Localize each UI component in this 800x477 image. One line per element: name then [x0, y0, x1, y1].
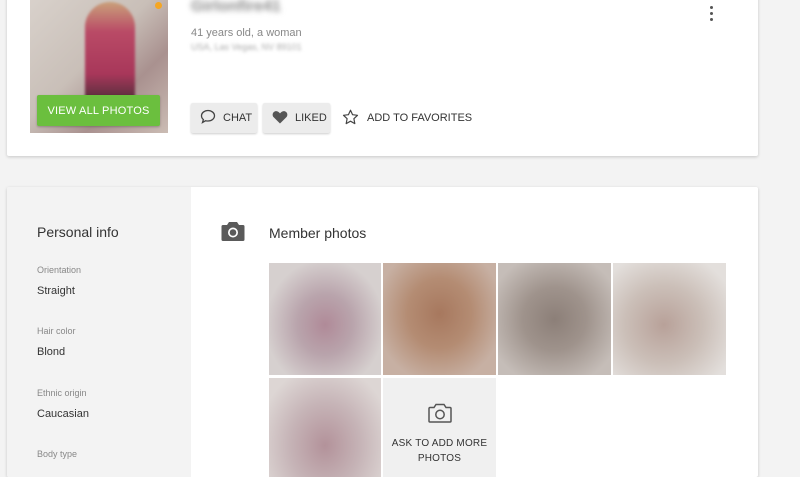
more-options-button[interactable]: [703, 3, 719, 23]
more-dot-icon: [709, 5, 713, 9]
profile-details-card: Personal info Orientation Straight Hair …: [7, 187, 758, 477]
profile-age-gender: 41 years old, a woman: [191, 27, 302, 39]
profile-location: USA, Las Vegas, NV 89101: [191, 42, 302, 52]
add-to-favorites-label: ADD TO FAVORITES: [367, 112, 473, 124]
camera-icon: [221, 221, 245, 247]
chat-button-label: CHAT: [223, 112, 253, 124]
view-all-photos-button[interactable]: VIEW ALL PHOTOS: [37, 95, 160, 126]
online-status-dot: [155, 2, 162, 9]
body-type-label: Body type: [37, 449, 78, 459]
member-photo-thumbnail[interactable]: [269, 378, 381, 477]
profile-photo[interactable]: VIEW ALL PHOTOS: [30, 0, 168, 133]
orientation-label: Orientation: [37, 265, 82, 275]
member-photo-thumbnail[interactable]: [269, 263, 381, 375]
star-icon: [342, 109, 359, 128]
member-photo-thumbnail[interactable]: [613, 263, 726, 375]
ask-to-add-photos-label: ASK TO ADD MORE PHOTOS: [383, 436, 496, 466]
ethnic-origin-value: Caucasian: [37, 408, 89, 420]
add-to-favorites-button[interactable]: ADD TO FAVORITES: [342, 103, 472, 133]
profile-username: Girlonfire41: [191, 0, 281, 15]
member-photos-title: Member photos: [269, 225, 367, 241]
ask-to-add-photos-button[interactable]: ASK TO ADD MORE PHOTOS: [383, 378, 496, 477]
hair-color-label: Hair color: [37, 326, 76, 336]
profile-card: VIEW ALL PHOTOS Girlonfire41 41 years ol…: [7, 0, 758, 156]
camera-outline-icon: [428, 403, 452, 429]
orientation-value: Straight: [37, 285, 75, 297]
member-photo-thumbnail[interactable]: [498, 263, 611, 375]
personal-info-sidebar: Personal info Orientation Straight Hair …: [7, 187, 191, 477]
liked-button-label: LIKED: [295, 112, 327, 124]
chat-bubble-icon: [200, 109, 216, 127]
heart-icon: [272, 110, 288, 127]
chat-button[interactable]: CHAT: [191, 103, 257, 133]
hair-color-value: Blond: [37, 346, 66, 358]
member-photo-thumbnail[interactable]: [383, 263, 496, 375]
personal-info-title: Personal info: [37, 224, 119, 240]
liked-button[interactable]: LIKED: [263, 103, 330, 133]
ethnic-origin-label: Ethnic origin: [37, 388, 87, 398]
more-dot-icon: [709, 17, 713, 21]
more-dot-icon: [709, 11, 713, 15]
ask-label-line1: ASK TO ADD MORE: [391, 438, 488, 449]
